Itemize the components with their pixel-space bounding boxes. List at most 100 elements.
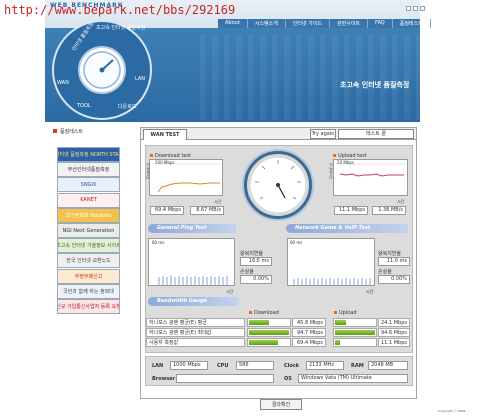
browser-label: Browser: [152, 376, 176, 382]
download-mbps-value: 69.4: [154, 207, 167, 213]
sidebar-banner-link[interactable]: 부정부패신고: [57, 268, 120, 284]
watermark-url: http://www.bepark.net/bbs/292169: [4, 3, 236, 17]
page-title: 초고속 인터넷 품질측정: [340, 81, 410, 89]
sidebar-banner-link[interactable]: 초고속 인터넷 기술정보 사이트: [57, 238, 120, 254]
download-mbs-readout: 8.67 MB/s: [190, 206, 224, 215]
upload-value: 24.1 Mbps: [378, 318, 410, 327]
bullet-icon: [333, 154, 336, 157]
download-mbps-readout: 69.4 Mbps: [150, 206, 184, 215]
bandwidth-header: Bandwidth Gauge: [148, 297, 238, 306]
download-bar: [249, 320, 269, 325]
ping-rtt-label: 왕복지연율: [240, 251, 264, 257]
confirm-result-button[interactable]: 결과확인: [260, 399, 302, 410]
ping-loss-label: 손실율: [240, 269, 254, 275]
bandwidth-download-label: Download: [249, 310, 279, 316]
ping-bars: [158, 275, 228, 285]
nav-item-guide[interactable]: 인터넷 가이드: [286, 19, 331, 28]
copyright-text: Copyright ⓒ 2008 ...: [438, 409, 470, 413]
sidebar-banner-link[interactable]: KANET: [57, 192, 120, 208]
ping-loss-value: 0.00%: [240, 275, 272, 284]
mail-icon[interactable]: [413, 6, 418, 11]
nav-item-about[interactable]: About: [218, 19, 248, 28]
tab-wan-test[interactable]: WAN TEST: [143, 129, 187, 140]
speed-gauge: [244, 151, 312, 219]
sidebar-banner-link[interactable]: 국민과 함께 하는 청와대: [57, 283, 120, 299]
os-label: OS: [284, 376, 292, 382]
ping-test-header: General Ping Test: [148, 224, 236, 233]
bullet-icon: [150, 154, 153, 157]
game-scale: 60 ms: [290, 240, 303, 245]
download-value: 45.8 Mbps: [292, 318, 326, 327]
game-graph: [287, 238, 375, 286]
sidebar-banner-link[interactable]: 한국 인터넷 교환노드: [57, 253, 120, 269]
try-again-button[interactable]: Try again: [310, 129, 336, 139]
ping-scale: 60 ms: [152, 240, 165, 245]
gauge-dial-icon: [255, 160, 301, 200]
sidebar-banner-link[interactable]: 신규 가입통신사업자 등록 요청: [57, 299, 120, 314]
upload-mbs-value: 1.38: [378, 207, 390, 213]
game-loss-label: 손실율: [378, 269, 392, 275]
download-vlabel: 전송속도: [145, 163, 150, 179]
sidebar-banner-link[interactable]: 국가정보화 Potalsite: [57, 207, 120, 223]
clock-value: 2133 MHz: [306, 361, 344, 370]
upload-scale: 20 Mbps: [337, 160, 354, 165]
upload-mbps-unit: Mbps: [351, 207, 365, 213]
upload-bar-cell: [333, 328, 377, 337]
lan-label: LAN: [152, 363, 164, 369]
sitemap-icon[interactable]: [420, 6, 425, 11]
sidebar-banner-link[interactable]: NGI Next Generation: [57, 223, 120, 238]
upload-value: 94.6 Mbps: [378, 328, 410, 337]
download-mbs-unit: MB/s: [208, 207, 221, 213]
download-bar: [249, 330, 289, 335]
top-navigation: About 시스템소개 인터넷 가이드 관련사이트 FAQ 품질테스트: [218, 19, 431, 28]
game-test-header: Network Game & VoIP Test: [286, 224, 408, 233]
bullet-icon: [334, 311, 337, 314]
ram-value: 2048 MB: [368, 361, 408, 370]
emblem-label: TOOL: [77, 103, 91, 109]
upload-bar: [335, 320, 346, 325]
bandwidth-upload-label: Upload: [334, 310, 357, 316]
header-decoration: [200, 35, 420, 120]
bandwidth-upload-text: Upload: [339, 310, 357, 316]
nav-item-faq[interactable]: FAQ: [368, 19, 393, 28]
sidebar-title: 품질테스트: [53, 128, 83, 135]
test-status-select[interactable]: 테스트 끝: [338, 129, 414, 139]
download-line: [157, 163, 220, 193]
top-icons: [406, 6, 425, 11]
upload-line: [339, 163, 406, 177]
nav-item-system[interactable]: 시스템소개: [248, 19, 286, 28]
bandwidth-download-text: Download: [254, 310, 279, 316]
sidebar-banner-link[interactable]: 인터넷 품질측정 NORTH STAR: [57, 147, 120, 162]
upload-mbs-unit: MB/s: [390, 207, 403, 213]
download-bar-cell: [247, 318, 291, 327]
page: WEB BENCHMARK http://www.bepark.net/bbs/…: [0, 0, 500, 420]
bandwidth-row-label: 사용자 측정값: [146, 338, 245, 347]
game-axis-label: 시간: [366, 289, 374, 294]
cpu-label: CPU: [217, 363, 229, 369]
nav-item-quality[interactable]: 품질테스트: [393, 19, 431, 28]
sidebar-banner-link[interactable]: 부산인터넷품질측정: [57, 162, 120, 178]
emblem-label: 다운로드: [118, 104, 137, 110]
download-scale: 200 Mbps: [155, 160, 175, 165]
download-bar: [249, 340, 278, 345]
os-value: Windows Vata (TM) Ultimate: [298, 374, 408, 383]
download-bar-cell: [247, 328, 291, 337]
upload-bar: [335, 330, 375, 335]
ping-axis-label: 시간: [226, 289, 234, 294]
game-loss-value: 0.00%: [378, 275, 410, 284]
upload-value: 11.1 Mbps: [378, 338, 410, 347]
upload-bar-cell: [333, 318, 377, 327]
lan-value: 1000 Mbps: [170, 361, 208, 370]
game-rtt-value: 11.0 ms: [378, 257, 410, 266]
home-icon[interactable]: [406, 6, 411, 11]
speedometer-needle-icon: [99, 59, 114, 73]
cpu-value: 586: [236, 361, 274, 370]
download-bar-cell: [247, 338, 291, 347]
sidebar-banner-link[interactable]: SNGIX: [57, 177, 120, 193]
download-value: 69.4 Mbps: [292, 338, 326, 347]
ping-graph: [148, 238, 235, 286]
nav-item-related[interactable]: 관련사이트: [330, 19, 369, 28]
browser-value: [176, 374, 274, 383]
upload-mbps-readout: 11.1 Mbps: [334, 206, 368, 215]
game-bars: [293, 278, 371, 285]
